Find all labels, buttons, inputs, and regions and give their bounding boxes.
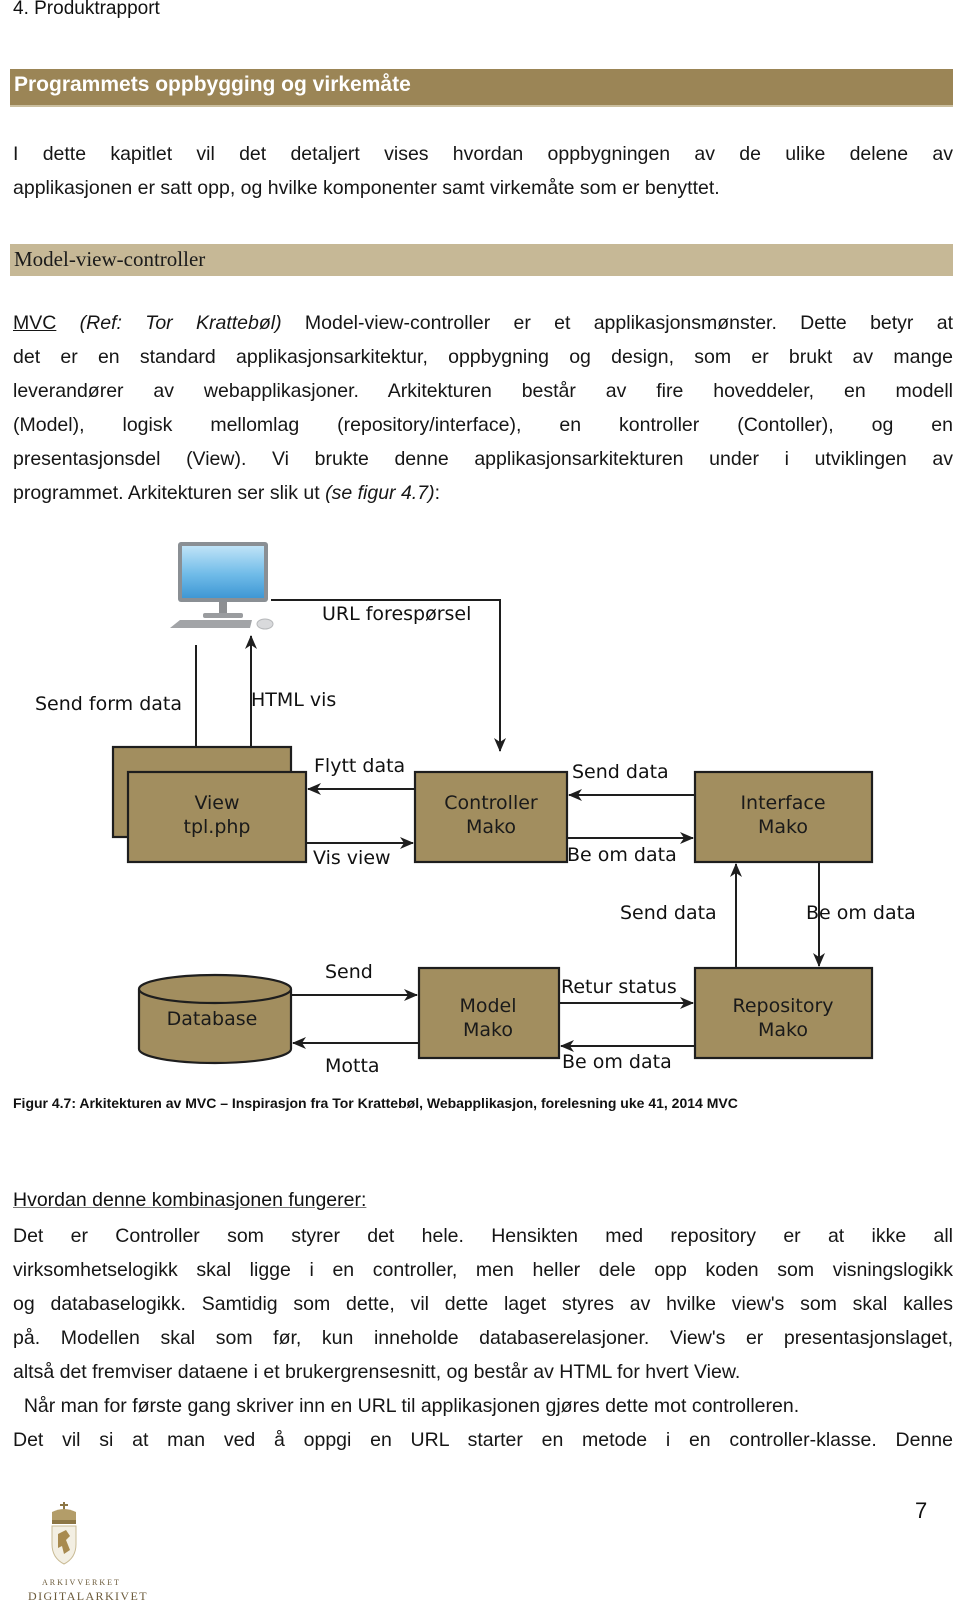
model-box-title: Model [459,995,516,1017]
model-box-subtitle: Mako [463,1019,513,1041]
mvc-abbr-link[interactable]: MVC [13,312,56,334]
interface-box-title: Interface [740,792,825,814]
logo-text-digitalarkivet: DIGITALARKIVET [28,1589,148,1603]
combination-paragraph: Det er Controller som styrer det hele. H… [13,1219,953,1457]
controller-send-data-label: Send data [572,761,669,783]
section-heading: Programmets oppbygging og virkemåte [14,73,411,96]
mvc-line-rest: Model-view-controller er et applikasjons… [281,312,953,334]
repository-box: Repository Mako [693,966,874,1060]
mvc-line: programmet. Arkitekturen ser slik ut (se… [13,476,953,510]
interface-box: Interface Mako [693,770,874,864]
url-request-label: URL forespørsel [322,603,471,625]
controller-box-subtitle: Mako [466,816,516,838]
view-box: View tpl.php [126,770,308,864]
desktop-computer-icon [170,542,274,630]
mvc-paragraph: MVC (Ref: Tor Krattebøl) Model-view-cont… [13,306,953,510]
database-label: Database [167,1008,258,1030]
combination-line: Når man for første gang skriver inn en U… [13,1395,800,1417]
figure-caption: Figur 4.7: Arkitekturen av MVC – Inspira… [13,1095,738,1111]
view-box-subtitle: tpl.php [184,816,251,838]
combination-line: virksomhetselogikk skal ligge i en contr… [13,1259,953,1281]
repository-box-subtitle: Mako [758,1019,808,1041]
combination-line: og databaselogikk. Samtidig som dette, v… [13,1293,953,1315]
coat-of-arms-icon [51,1502,77,1565]
mvc-line: leverandører av webapplikasjoner. Arkite… [13,380,953,402]
section-heading-bar: Programmets oppbygging og virkemåte [10,69,953,107]
mvc-last-text: programmet. Arkitekturen ser slik ut [13,482,326,504]
subsection-heading: Model-view-controller [14,247,206,271]
interface-send-data-label: Send data [620,902,717,924]
model-box: Model Mako [417,966,561,1060]
html-show-label: HTML vis [251,689,336,711]
mvc-last-end: : [434,482,440,504]
controller-request-data-label: Be om data [567,844,677,866]
db-receive-label: Motta [325,1055,380,1077]
repository-box-title: Repository [732,995,833,1017]
mvc-architecture-diagram: URL forespørsel Send form data HTML vis … [35,542,916,1077]
page-number: 7 [915,1498,928,1523]
combination-heading: Hvordan denne kombinasjonen fungerer: [13,1189,367,1211]
intro-line: I dette kapitlet vil det detaljert vises… [13,143,953,165]
mvc-line: det er en standard applikasjonsarkitektu… [13,346,953,368]
view-box-title: View [194,792,239,814]
figure-reference: (se figur 4.7) [325,482,435,504]
controller-box-title: Controller [444,792,538,814]
interface-request-data-label: Be om data [806,902,916,924]
intro-paragraph: I dette kapitlet vil det detaljert vises… [13,137,953,205]
combination-line: Det vil si at man ved å oppgi en URL sta… [13,1429,953,1451]
mvc-reference: (Ref: Tor Krattebøl) [79,312,282,334]
combination-line: Det er Controller som styrer det hele. H… [13,1225,953,1247]
model-request-data-label: Be om data [562,1051,672,1073]
mvc-line: (Model), logisk mellomlag (repository/in… [13,414,953,436]
interface-box-subtitle: Mako [758,816,808,838]
database-cylinder: Database [137,973,293,1065]
archive-logo: ARKIVVERKET DIGITALARKIVET [28,1500,147,1606]
send-form-data-label: Send form data [35,693,182,715]
subsection-heading-bar: Model-view-controller [10,244,953,276]
controller-box: Controller Mako [413,770,569,864]
db-send-label: Send [325,961,373,983]
return-status-label: Retur status [561,976,677,998]
mvc-line: MVC (Ref: Tor Krattebøl) Model-view-cont… [13,306,953,340]
intro-line: applikasjonen er satt opp, og hvilke kom… [13,177,720,199]
show-view-label: Vis view [313,847,391,869]
logo-text-arkivverket: ARKIVVERKET [42,1578,121,1587]
running-head: 4. Produktrapport [13,0,160,19]
move-data-label: Flytt data [314,755,405,777]
combination-line: altså det fremviser dataene i et brukerg… [13,1361,741,1383]
mvc-line: presentasjonsdel (View). Vi brukte denne… [13,448,953,470]
combination-line: på. Modellen skal som før, kun inneholde… [13,1327,953,1349]
